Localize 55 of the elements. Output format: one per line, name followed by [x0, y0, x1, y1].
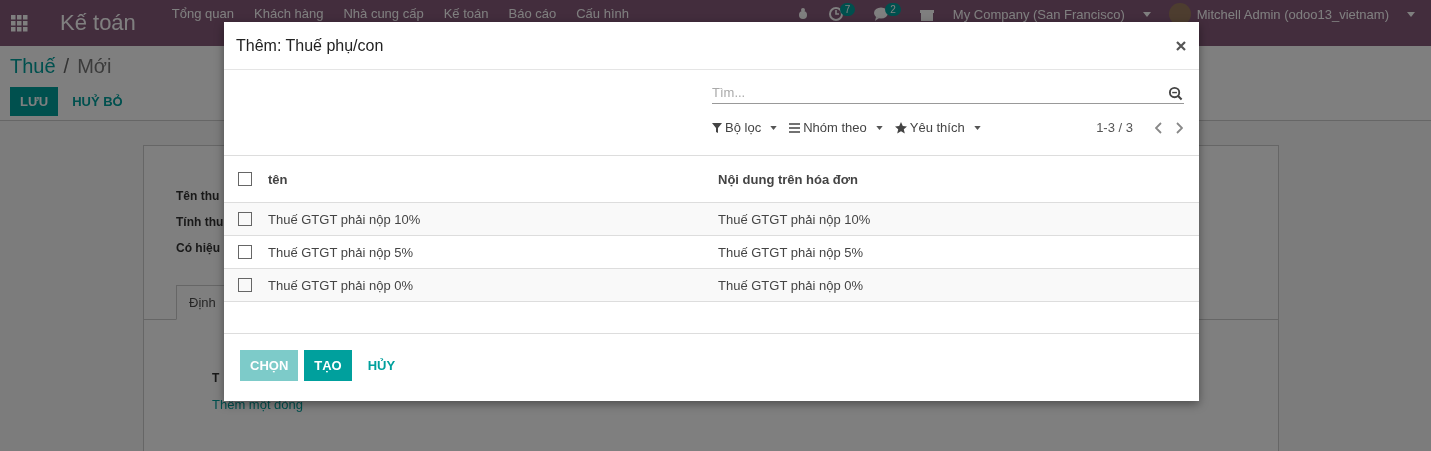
menu-item[interactable]: Kế toán — [443, 6, 489, 21]
company-switcher[interactable]: My Company (San Francisco) — [952, 6, 1125, 22]
field-label: Tên thu — [176, 189, 221, 203]
message-count-badge: 2 — [885, 2, 901, 16]
column-label: T — [212, 371, 221, 385]
caret-icon[interactable] — [1407, 11, 1415, 17]
create-button[interactable]: TẠO — [304, 350, 352, 381]
breadcrumb-current: Mới — [77, 54, 112, 78]
next-icon[interactable] — [1175, 121, 1183, 134]
filter-dropdown[interactable]: Nhóm theo — [789, 120, 883, 135]
chat-icon[interactable] — [873, 6, 890, 22]
table-cell: Thuế GTGT phải nộp 10% — [718, 211, 871, 227]
table-cell-text: Thuế GTGT phải nộp 0% — [268, 277, 414, 293]
search-field[interactable]: Tìm... — [712, 82, 1184, 104]
caret-icon[interactable] — [875, 125, 883, 130]
list-icon — [789, 122, 801, 133]
apps-menu-icon[interactable] — [10, 14, 28, 32]
filter-dropdown[interactable]: Yêu thích — [894, 120, 981, 135]
caret-icon[interactable] — [770, 125, 778, 130]
pager-value: 1-3 / 3 — [1096, 120, 1133, 135]
activity-count-badge: 7 — [839, 2, 856, 16]
field-label: Có hiệu — [176, 241, 221, 255]
row-checkbox[interactable] — [238, 245, 252, 259]
clock-icon[interactable] — [827, 6, 844, 22]
column-header[interactable]: Nội dung trên hóa đơn — [718, 171, 858, 187]
dialog-title: Thêm: Thuế phụ/con — [236, 36, 384, 55]
cancel-button[interactable]: HỦY — [357, 350, 406, 381]
app-title: Kế toán — [60, 10, 136, 36]
menu-item[interactable]: Tổng quan — [171, 6, 234, 21]
select-all-checkbox[interactable] — [238, 172, 252, 186]
previous-icon[interactable] — [1155, 121, 1163, 134]
field-label: Tính thu — [176, 215, 222, 229]
save-button[interactable]: LƯU — [10, 87, 59, 116]
search-icon[interactable] — [1168, 85, 1183, 101]
table-cell: Thuế GTGT phải nộp 0% — [718, 277, 863, 293]
caret-icon[interactable] — [1142, 11, 1151, 17]
breadcrumb-link[interactable]: Thuế — [10, 54, 56, 78]
table-cell: Thuế GTGT phải nộp 5% — [718, 244, 863, 260]
caret-icon[interactable] — [973, 125, 981, 130]
discard-button[interactable]: HUỶ BỎ — [62, 87, 133, 116]
breadcrumb-separator: / — [63, 54, 70, 78]
row-checkbox[interactable] — [238, 278, 252, 292]
filter-dropdown[interactable]: Bộ lọc — [712, 120, 778, 135]
menu-item[interactable]: Khách hàng — [254, 6, 324, 21]
star-icon — [894, 121, 907, 134]
close-icon[interactable] — [1176, 40, 1186, 51]
column-header[interactable]: tên — [268, 171, 718, 187]
row-checkbox[interactable] — [238, 212, 252, 226]
funnel-icon — [712, 122, 722, 133]
add-line-link[interactable]: Thêm một dòng — [212, 397, 1278, 412]
menu-item[interactable]: Nhà cung cấp — [343, 6, 424, 21]
menu-item[interactable]: Cấu hình — [576, 6, 629, 21]
table-cell-text: Thuế GTGT phải nộp 10% — [268, 211, 422, 227]
menu-item[interactable]: Báo cáo — [508, 6, 557, 21]
table-cell-text: Thuế GTGT phải nộp 5% — [268, 244, 414, 260]
